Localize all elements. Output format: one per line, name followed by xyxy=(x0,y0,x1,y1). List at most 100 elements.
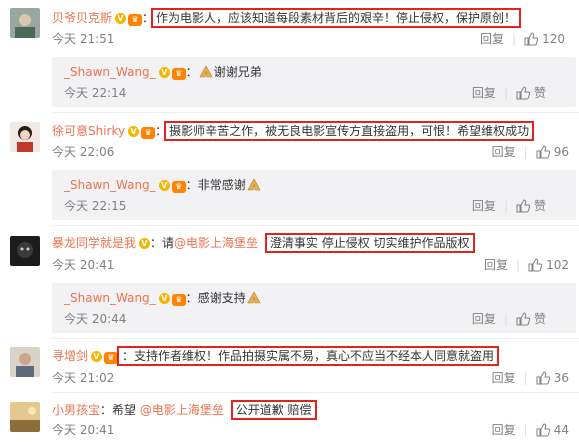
vip-icon: ♛ xyxy=(171,294,186,306)
comment-actions: 回复 | 102 xyxy=(484,258,569,272)
separator: ： xyxy=(185,65,198,79)
avatar[interactable] xyxy=(10,122,40,152)
comment-actions: 回复 | 36 xyxy=(491,371,569,385)
avatar[interactable] xyxy=(10,347,40,377)
reply-actions: 回复 | 赞 xyxy=(471,312,546,326)
vip-icon: ♛ xyxy=(128,14,143,26)
reply-actions: 回复 | 赞 xyxy=(471,86,546,100)
verified-icon: V xyxy=(158,180,170,191)
separator: ： xyxy=(150,236,163,250)
divider xyxy=(52,112,579,113)
like-button[interactable]: 36 xyxy=(536,371,569,385)
divider xyxy=(52,392,579,393)
reply-box: _Shawn_Wang_ V ♛ ：感谢支持 今天 20:44 回复 | 赞 xyxy=(52,283,576,333)
reply-button[interactable]: 回复 xyxy=(484,258,508,272)
like-count: 120 xyxy=(542,32,565,46)
reply-button[interactable]: 回复 xyxy=(492,145,516,159)
reply-button[interactable]: 回复 xyxy=(480,32,504,46)
avatar[interactable] xyxy=(10,8,40,38)
thumbs-up-icon xyxy=(536,423,550,437)
reply-actions: 回复 | 赞 xyxy=(471,199,546,213)
thumbs-up-icon xyxy=(536,371,550,385)
vip-icon: ♛ xyxy=(141,127,156,139)
reply-text: 感谢支持 xyxy=(197,291,246,305)
separator: ： xyxy=(100,403,113,417)
comment-time: 今天 21:51 xyxy=(52,32,115,46)
verified-icon: V xyxy=(139,238,151,249)
comment-text: 澄清事实 停止侵权 切实维护作品版权 xyxy=(264,233,475,253)
reply-button[interactable]: 回复 xyxy=(472,86,496,100)
verified-icon: V xyxy=(128,126,140,137)
comment-prefix: 希望 xyxy=(112,403,140,417)
separator: ： xyxy=(142,11,155,25)
comment-time: 今天 20:41 xyxy=(52,258,115,272)
reply-button[interactable]: 回复 xyxy=(472,312,496,326)
comment-text: 公开道歉 赔偿 xyxy=(230,400,317,420)
comment-username[interactable]: 寻增剑 xyxy=(52,349,88,363)
reply-button[interactable]: 回复 xyxy=(492,423,516,437)
verified-icon: V xyxy=(158,67,170,78)
reply-username[interactable]: _Shawn_Wang_ xyxy=(64,65,156,79)
like-count: 36 xyxy=(553,371,569,385)
thumbs-up-icon xyxy=(516,86,530,100)
separator: ： xyxy=(185,178,198,192)
avatar[interactable] xyxy=(10,236,40,266)
thumbs-up-icon xyxy=(516,312,530,326)
mention-link[interactable]: @电影上海堡垒 xyxy=(140,403,224,417)
comment-text: 摄影师辛苦之作，被无良电影宣传方直接盗用，可恨！希望维权成功 xyxy=(164,121,535,141)
comment-actions: 回复 | 96 xyxy=(491,145,569,159)
like-count: 96 xyxy=(553,145,569,159)
thumbs-up-icon xyxy=(536,145,550,159)
verified-icon: V xyxy=(115,13,127,24)
reply-text: 非常感谢 xyxy=(197,178,246,192)
like-button[interactable]: 102 xyxy=(528,258,569,272)
mention-link[interactable]: @电影上海堡垒 xyxy=(174,236,258,250)
separator: ： xyxy=(122,349,135,363)
comment-actions: 回复 | 44 xyxy=(491,423,569,437)
praying-hands-icon xyxy=(198,64,214,83)
vip-icon: ♛ xyxy=(171,68,186,80)
verified-icon: V xyxy=(91,351,103,362)
thumbs-up-icon xyxy=(528,258,543,272)
comment-username[interactable]: 暴龙同学就是我 xyxy=(52,236,136,250)
separator: ： xyxy=(185,291,198,305)
thumbs-up-icon xyxy=(524,32,539,46)
like-button[interactable]: 赞 xyxy=(516,312,546,326)
comment-actions: 回复 | 120 xyxy=(480,32,565,46)
vip-icon: ♛ xyxy=(104,352,119,364)
comment-text: 作为电影人，应该知道每段素材背后的艰辛！停止侵权，保护原创！ xyxy=(151,8,522,28)
reply-time: 今天 22:15 xyxy=(64,199,127,213)
like-button[interactable]: 赞 xyxy=(516,199,546,213)
verified-icon: V xyxy=(158,293,170,304)
comment-username[interactable]: 贝爷贝克斯 xyxy=(52,11,112,25)
praying-hands-icon xyxy=(246,177,262,196)
divider xyxy=(52,338,579,339)
praying-hands-icon xyxy=(246,290,262,309)
like-button[interactable]: 赞 xyxy=(516,86,546,100)
comment-time: 今天 21:02 xyxy=(52,371,115,385)
like-button[interactable]: 96 xyxy=(536,145,569,159)
vip-icon: ♛ xyxy=(171,181,186,193)
reply-text: 谢谢兄弟 xyxy=(213,65,262,79)
like-count: 44 xyxy=(553,423,569,437)
avatar[interactable] xyxy=(10,402,40,432)
comment-time: 今天 22:06 xyxy=(52,145,115,159)
reply-username[interactable]: _Shawn_Wang_ xyxy=(64,291,156,305)
comment-text: ：支持作者维权！作品拍摄实属不易，真心不应当不经本人同意就盗用 xyxy=(117,346,500,366)
reply-box: _Shawn_Wang_ V ♛ ：非常感谢 今天 22:15 回复 | 赞 xyxy=(52,170,576,220)
separator: ： xyxy=(155,124,168,138)
reply-button[interactable]: 回复 xyxy=(472,199,496,213)
comment-username[interactable]: 小男孩宝 xyxy=(52,403,100,417)
reply-time: 今天 20:44 xyxy=(64,312,127,326)
reply-button[interactable]: 回复 xyxy=(492,371,516,385)
reply-username[interactable]: _Shawn_Wang_ xyxy=(64,178,156,192)
reply-time: 今天 22:14 xyxy=(64,86,127,100)
reply-box: _Shawn_Wang_ V ♛： 谢谢兄弟 今天 22:14 回复 | 赞 xyxy=(52,57,576,107)
like-button[interactable]: 44 xyxy=(536,423,569,437)
comment-prefix: 请 xyxy=(162,236,175,250)
like-button[interactable]: 120 xyxy=(524,32,565,46)
comment-time: 今天 20:41 xyxy=(52,423,115,437)
like-count: 102 xyxy=(546,258,569,272)
divider xyxy=(52,225,579,226)
comment-username[interactable]: 徐可意Shirky xyxy=(52,124,125,138)
